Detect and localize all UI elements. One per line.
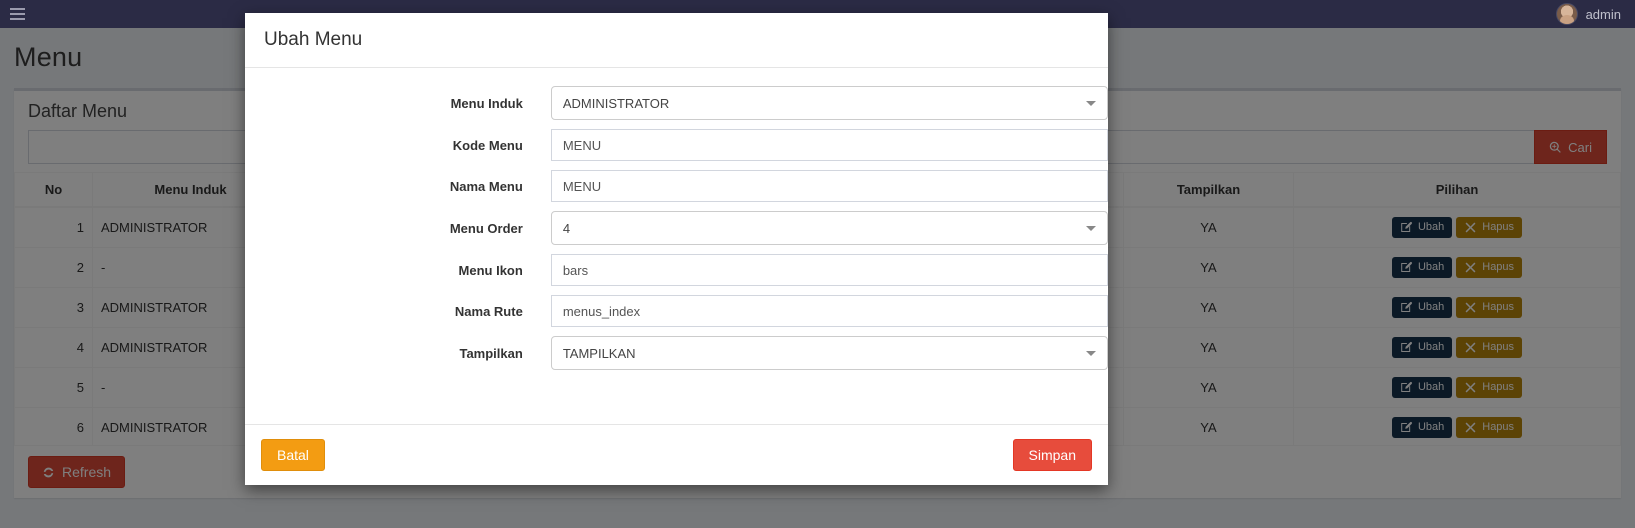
- chevron-down-icon: [1086, 351, 1096, 356]
- kode-menu-label: Kode Menu: [452, 137, 523, 153]
- menu-induk-select-value: ADMINISTRATOR: [562, 95, 670, 111]
- user-menu[interactable]: admin: [1555, 0, 1635, 28]
- menu-induk-select[interactable]: ADMINISTRATOR: [550, 86, 1108, 120]
- nama-rute-label: Nama Rute: [454, 303, 523, 319]
- form-row-menu-order: Menu Order 4: [245, 211, 1108, 245]
- nama-rute-input[interactable]: [550, 295, 1108, 327]
- tampilkan-select[interactable]: TAMPILKAN: [550, 336, 1108, 370]
- modal-header: Ubah Menu: [245, 13, 1108, 68]
- chevron-down-icon: [1086, 226, 1096, 231]
- modal-footer: Batal Simpan: [245, 424, 1108, 485]
- form-row-menu-ikon: Menu Ikon: [245, 254, 1108, 286]
- username-label: admin: [1585, 6, 1621, 22]
- tampilkan-select-value: TAMPILKAN: [562, 345, 636, 361]
- menu-order-select[interactable]: 4: [550, 211, 1108, 245]
- cancel-button[interactable]: Batal: [261, 439, 325, 471]
- form-row-menu-induk: Menu Induk ADMINISTRATOR: [245, 86, 1108, 120]
- kode-menu-input[interactable]: [550, 129, 1108, 161]
- menu-toggle-icon[interactable]: [0, 0, 34, 28]
- nama-menu-input[interactable]: [550, 170, 1108, 202]
- save-button[interactable]: Simpan: [1012, 439, 1092, 471]
- menu-ikon-input[interactable]: [550, 254, 1108, 286]
- menu-ikon-label: Menu Ikon: [458, 262, 523, 278]
- avatar: [1555, 3, 1578, 25]
- menu-induk-label: Menu Induk: [450, 95, 523, 111]
- menu-order-select-value: 4: [562, 220, 571, 236]
- form-row-kode-menu: Kode Menu: [245, 129, 1108, 161]
- ubah-menu-modal: Ubah Menu Menu Induk ADMINISTRATOR Kode Me…: [245, 13, 1108, 485]
- form-row-tampilkan: Tampilkan TAMPILKAN: [245, 336, 1108, 370]
- modal-title: Ubah Menu: [264, 29, 363, 50]
- chevron-down-icon: [1086, 101, 1096, 106]
- form-row-nama-rute: Nama Rute: [245, 295, 1108, 327]
- form-row-nama-menu: Nama Menu: [245, 170, 1108, 202]
- nama-menu-label: Nama Menu: [449, 178, 523, 194]
- menu-order-label: Menu Order: [449, 220, 523, 236]
- tampilkan-label: Tampilkan: [459, 345, 523, 361]
- modal-body: Menu Induk ADMINISTRATOR Kode Menu Nama Men…: [245, 68, 1108, 424]
